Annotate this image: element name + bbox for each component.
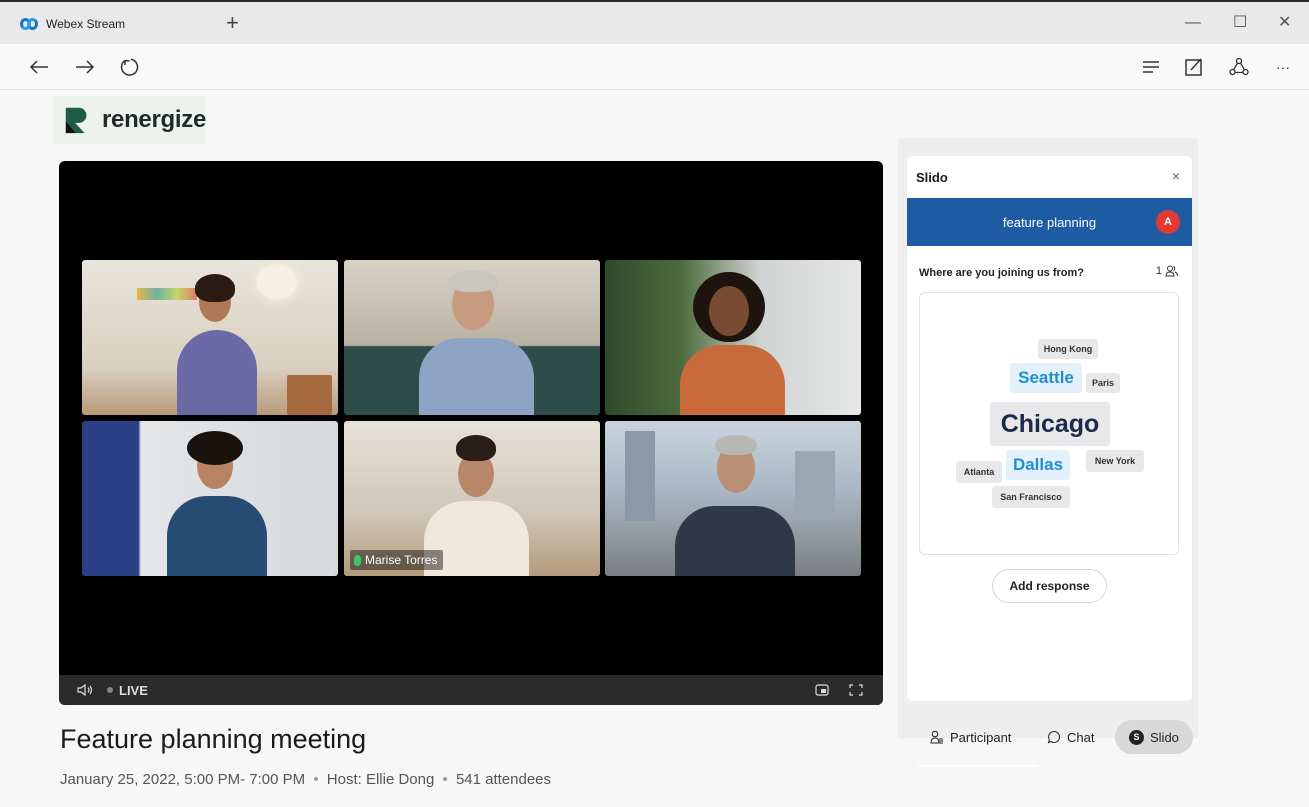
word-cloud-item: Chicago — [990, 402, 1110, 446]
participant-icon — [930, 730, 943, 744]
brand-name: renergize — [101, 106, 206, 133]
live-indicator-dot — [107, 687, 113, 693]
word-cloud-item: San Francisco — [992, 486, 1070, 508]
participant-video-tile-active: Marise Torres — [344, 421, 600, 576]
microphone-icon — [354, 554, 361, 566]
share-button[interactable] — [1224, 52, 1254, 82]
attendee-count: 541 attendees — [455, 771, 552, 788]
arrow-left-icon — [29, 60, 48, 74]
response-count-value: 1 — [1155, 265, 1162, 277]
more-options-button[interactable]: ··· — [1268, 52, 1298, 82]
webex-logo-icon — [20, 18, 38, 30]
new-tab-button[interactable]: + — [226, 10, 239, 36]
player-controls: LIVE — [59, 675, 883, 705]
participant-video-tile — [82, 421, 338, 576]
participant-video-tile — [605, 260, 861, 415]
response-count: 1 — [1156, 265, 1178, 277]
stream-page: renergize Marise Torres LIVE Feature pla… — [0, 90, 1309, 807]
share-icon — [1229, 57, 1249, 76]
participant-video-tile — [82, 260, 338, 415]
reading-list-button[interactable] — [1136, 52, 1166, 82]
meeting-details: January 25, 2022, 5:00 PM- 7:00 PM • Hos… — [60, 771, 551, 788]
reading-list-icon — [1143, 61, 1159, 73]
word-cloud: Hong Kong Seattle Paris Chicago Atlanta … — [919, 292, 1179, 555]
participant-video-tile — [605, 421, 861, 576]
poll-question: Where are you joining us from? — [919, 267, 1085, 279]
volume-button[interactable] — [77, 683, 93, 697]
refresh-button[interactable] — [114, 52, 144, 82]
participant-video-tile — [344, 260, 600, 415]
word-cloud-item: Dallas — [1006, 450, 1070, 480]
avatar[interactable]: A — [1156, 210, 1180, 234]
word-cloud-item: New York — [1086, 450, 1144, 472]
fullscreen-icon — [849, 684, 863, 696]
tab-slido-label: Slido — [1150, 729, 1179, 745]
browser-titlebar: Webex Stream + — ☐ ✕ — [0, 0, 1309, 44]
picture-in-picture-button[interactable] — [815, 684, 829, 696]
meeting-title: Feature planning meeting — [60, 724, 367, 754]
tab-slido[interactable]: S Slido — [1115, 720, 1193, 754]
picture-in-picture-icon — [815, 684, 829, 696]
edit-note-icon — [1185, 58, 1202, 76]
tab-divider — [918, 765, 1038, 767]
brand-logo: renergize — [54, 96, 206, 144]
people-icon — [1165, 265, 1178, 277]
tab-chat[interactable]: Chat — [1047, 720, 1094, 754]
maximize-button[interactable]: ☐ — [1233, 10, 1247, 36]
word-cloud-item: Atlanta — [956, 461, 1002, 483]
volume-icon — [77, 683, 93, 697]
word-cloud-item: Paris — [1086, 373, 1120, 393]
back-button[interactable] — [24, 52, 54, 82]
arrow-right-icon — [76, 60, 95, 74]
speaker-name: Marise Torres — [365, 553, 438, 567]
slido-icon: S — [1129, 729, 1144, 745]
tab-participant-label: Participant — [950, 729, 1012, 745]
separator: • — [313, 771, 319, 788]
separator: • — [442, 771, 448, 788]
meeting-host: Host: Ellie Dong — [326, 771, 435, 788]
close-slido-button[interactable]: × — [1172, 168, 1180, 184]
close-window-button[interactable]: ✕ — [1278, 10, 1291, 36]
live-label: LIVE — [119, 682, 148, 698]
speaker-name-tag: Marise Torres — [350, 550, 444, 570]
tab-participant[interactable]: Participant — [930, 720, 1011, 754]
fullscreen-button[interactable] — [849, 684, 863, 696]
browser-tab[interactable]: Webex Stream — [20, 8, 220, 40]
refresh-icon — [120, 58, 139, 76]
meeting-date: January 25, 2022, 5:00 PM- 7:00 PM — [60, 771, 306, 788]
word-cloud-item: Hong Kong — [1038, 339, 1098, 359]
add-response-button[interactable]: Add response — [992, 569, 1107, 603]
word-cloud-item: Seattle — [1010, 363, 1082, 393]
video-player[interactable]: Marise Torres LIVE — [59, 161, 883, 705]
browser-toolbar: ··· — [0, 44, 1309, 90]
annotate-button[interactable] — [1179, 52, 1209, 82]
slido-title: Slido — [916, 169, 948, 185]
minimize-button[interactable]: — — [1185, 10, 1201, 36]
tab-title: Webex Stream — [46, 17, 126, 31]
tab-chat-label: Chat — [1067, 729, 1095, 745]
forward-button[interactable] — [70, 52, 100, 82]
slido-panel: Slido × feature planning A Where are you… — [907, 156, 1192, 701]
slido-header: Slido — [907, 156, 1192, 198]
renergize-logo-icon — [65, 107, 87, 134]
event-name: feature planning — [1002, 214, 1097, 230]
chat-icon — [1047, 730, 1060, 744]
slido-event-bar: feature planning A — [907, 198, 1192, 246]
